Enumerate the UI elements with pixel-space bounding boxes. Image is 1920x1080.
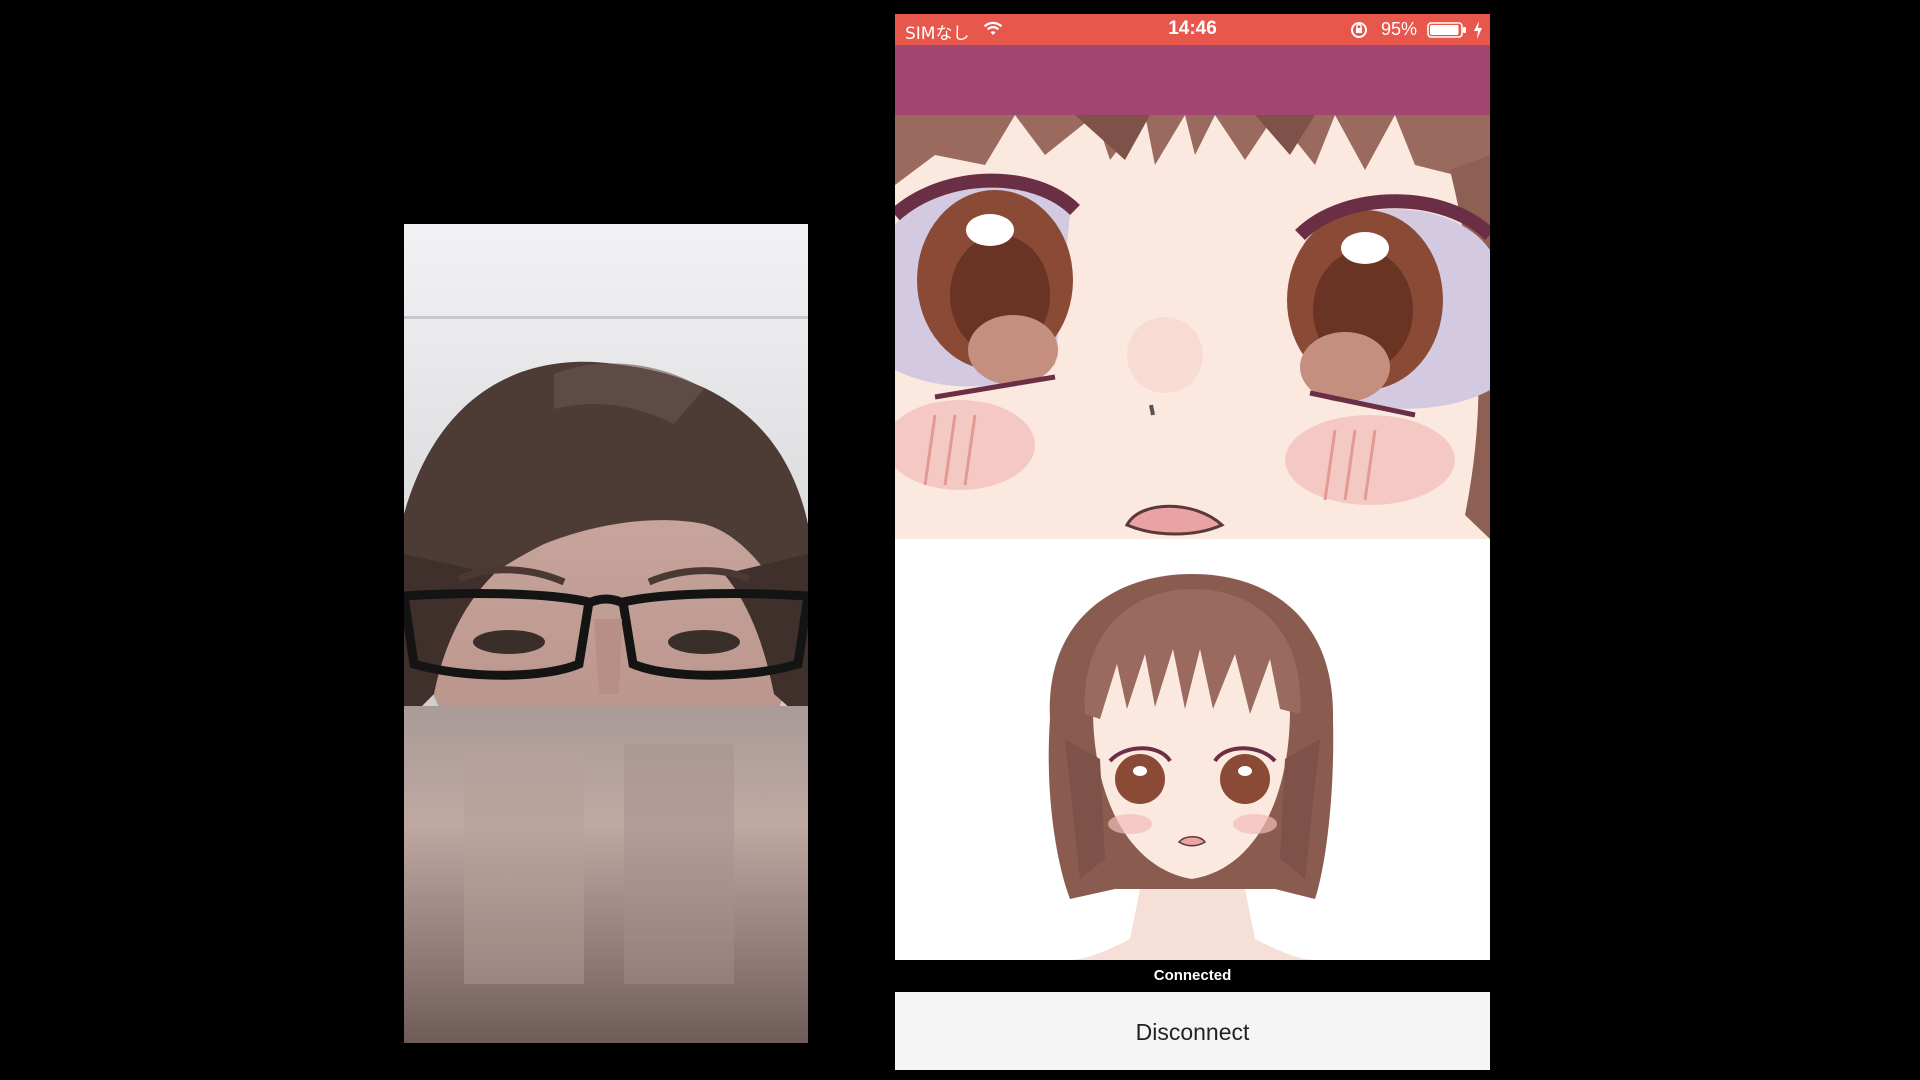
disconnect-button[interactable]: Disconnect [895, 992, 1490, 1070]
charging-bolt-icon [1472, 20, 1484, 45]
battery-icon [1427, 22, 1467, 43]
navigation-bar [895, 45, 1490, 115]
status-bar: SIMなし 14:46 95% [895, 14, 1490, 45]
avatar-full-view [895, 539, 1490, 960]
avatar-face-closeup [895, 115, 1490, 539]
battery-percent-label: 95% [1381, 19, 1418, 39]
screen: SIMなし 14:46 95% Connected Disconnect [0, 0, 1920, 1080]
camera-preview [404, 224, 808, 1043]
orientation-lock-icon [1349, 20, 1369, 45]
connection-status-label: Connected [1153, 967, 1232, 984]
phone-screen: SIMなし 14:46 95% Connected Disconnect [895, 14, 1490, 1070]
